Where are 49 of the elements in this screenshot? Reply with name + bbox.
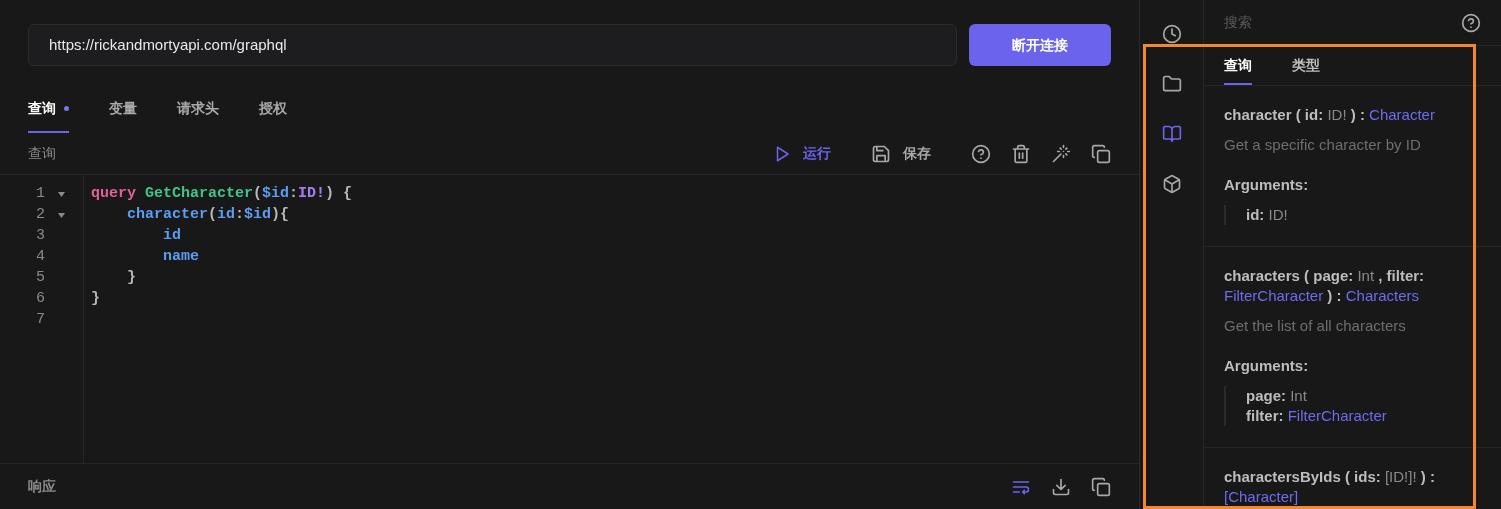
line-number: 5 xyxy=(36,268,46,289)
field-signature[interactable]: characters ( page: Int , filter: FilterCharacter ) : Characters xyxy=(1224,266,1481,306)
arguments-label: Arguments: xyxy=(1224,175,1310,195)
help-icon[interactable] xyxy=(971,143,991,164)
download-icon[interactable] xyxy=(1051,476,1071,497)
trash-icon[interactable] xyxy=(1011,143,1031,164)
run-button[interactable]: 运行 xyxy=(773,143,831,164)
code-line: } xyxy=(91,289,100,310)
cube-icon[interactable] xyxy=(1161,174,1182,194)
docs-tab[interactable]: 查询 xyxy=(1224,46,1252,85)
code-line: name xyxy=(163,247,199,268)
code-line: character(id:$id){ xyxy=(127,205,290,226)
folder-icon[interactable] xyxy=(1161,74,1182,94)
editor-tab[interactable]: 查询 xyxy=(28,94,69,133)
editor-tab[interactable]: 变量 xyxy=(109,94,137,133)
editor-tab[interactable]: 授权 xyxy=(259,94,287,133)
copy-icon[interactable] xyxy=(1091,476,1111,497)
url-field[interactable]: https://rickandmortyapi.com/graphql xyxy=(28,24,957,66)
field-signature[interactable]: charactersByIds ( ids: [ID!]! ) : [Character] xyxy=(1224,467,1481,507)
search-field[interactable]: 搜索 xyxy=(1224,12,1461,33)
fold-caret-icon[interactable] xyxy=(58,213,65,218)
magic-wand-icon[interactable] xyxy=(1051,143,1071,164)
field-signature[interactable]: character ( id: ID! ) : Character xyxy=(1224,105,1481,125)
arguments-label: Arguments: xyxy=(1224,356,1310,376)
save-button[interactable]: 保存 xyxy=(871,143,931,164)
code-line: query GetCharacter($id:ID!) { xyxy=(91,184,353,205)
clock-icon[interactable] xyxy=(1161,24,1182,44)
response-title: 响应 xyxy=(28,477,56,496)
disconnect-button[interactable]: 断开连接 xyxy=(969,24,1111,66)
fold-caret-icon[interactable] xyxy=(58,192,65,197)
section-title: 查询 xyxy=(28,144,56,163)
argument-item: page: Int xyxy=(1246,386,1308,406)
line-number: 4 xyxy=(36,247,46,268)
line-number: 2 xyxy=(36,205,46,226)
line-number: 7 xyxy=(36,310,46,331)
docs-tab[interactable]: 类型 xyxy=(1292,46,1320,85)
argument-item: filter: FilterCharacter xyxy=(1246,406,1388,426)
field-description: Get the list of all characters xyxy=(1224,316,1407,336)
copy-icon[interactable] xyxy=(1091,143,1111,164)
line-number: 6 xyxy=(36,289,46,310)
argument-item: id: ID! xyxy=(1246,205,1289,225)
code-line: id xyxy=(163,226,181,247)
editor-tab[interactable]: 请求头 xyxy=(177,94,219,133)
book-icon[interactable] xyxy=(1161,124,1182,144)
help-icon[interactable] xyxy=(1461,12,1481,33)
line-number: 3 xyxy=(36,226,46,247)
field-description: Get a specific character by ID xyxy=(1224,135,1422,155)
line-number: 1 xyxy=(36,184,46,205)
code-line: } xyxy=(127,268,136,289)
